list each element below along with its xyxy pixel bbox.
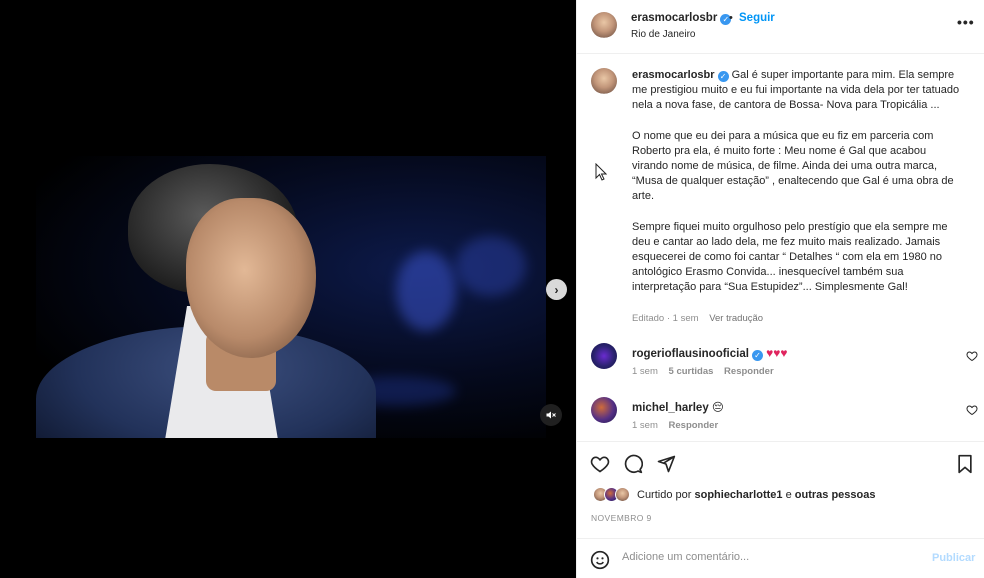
post-sidebar: erasmocarlosbr ✓ • Seguir Rio de Janeiro … — [576, 0, 984, 578]
author-username-text[interactable]: erasmocarlosbr — [631, 12, 717, 24]
reply-button[interactable]: Responder — [724, 366, 774, 377]
stage-light — [396, 251, 456, 331]
chevron-right-icon[interactable]: › — [546, 279, 567, 300]
more-dots-icon[interactable]: ••• — [957, 14, 975, 30]
liked-by-others[interactable]: outras pessoas — [795, 489, 876, 501]
avatar[interactable] — [591, 343, 617, 369]
comment-likes[interactable]: 5 curtidas — [669, 366, 714, 377]
comment-meta: 1 sem 5 curtidas Responder — [632, 366, 782, 377]
publish-button[interactable]: Publicar — [932, 552, 975, 564]
caption-paragraph: erasmocarlosbr ✓ Gal é super importante p… — [632, 68, 962, 114]
comment-username[interactable]: michel_harley — [632, 402, 709, 414]
heart-icon[interactable] — [966, 404, 978, 416]
comment-time[interactable]: 1 sem — [632, 420, 658, 431]
avatar[interactable] — [591, 397, 617, 423]
avatar[interactable] — [615, 487, 630, 502]
add-comment-bar: Publicar — [577, 538, 984, 578]
caption-paragraph: O nome que eu dei para a música que eu f… — [632, 129, 954, 203]
mouse-cursor-icon — [595, 163, 607, 181]
video-frame[interactable] — [36, 156, 546, 438]
paper-plane-icon[interactable] — [656, 454, 676, 474]
post-date[interactable]: NOVEMBRO 9 — [591, 513, 652, 523]
comment-meta: 1 sem Responder — [632, 420, 726, 431]
comment-bubble-icon[interactable] — [623, 454, 643, 474]
separator-dot: • — [729, 12, 733, 24]
liked-by[interactable]: Curtido por sophiecharlotte1 e outras pe… — [637, 489, 875, 501]
post-modal: › erasmocarlosbr ✓ • Seguir Rio de Janeir… — [0, 0, 984, 578]
comment-text: 😔 — [711, 402, 724, 414]
comment-text: ♥♥♥ — [766, 346, 788, 360]
verified-badge-icon: ✓ — [717, 71, 729, 82]
author-username[interactable]: erasmocarlosbr ✓ — [631, 12, 732, 25]
comment-input[interactable] — [622, 551, 912, 563]
bookmark-icon[interactable] — [956, 454, 974, 474]
man-face — [186, 198, 316, 358]
comment-username[interactable]: rogerioflausinooficial — [632, 348, 749, 360]
caption-edited: Editado · 1 sem — [632, 313, 699, 324]
caption: erasmocarlosbr ✓ Gal é super importante p… — [632, 68, 962, 311]
avatar[interactable] — [591, 12, 617, 38]
comment-time[interactable]: 1 sem — [632, 366, 658, 377]
reply-button[interactable]: Responder — [669, 420, 719, 431]
post-media[interactable]: › — [0, 0, 576, 578]
heart-icon[interactable] — [590, 454, 610, 474]
see-translation-link[interactable]: Ver tradução — [709, 313, 763, 324]
comment: rogerioflausinooficial ✓ ♥♥♥ — [632, 346, 788, 361]
speaker-muted-icon[interactable] — [540, 404, 562, 426]
liked-by-prefix: Curtido por — [637, 489, 692, 501]
stage-light — [456, 236, 526, 296]
caption-username[interactable]: erasmocarlosbr — [632, 69, 715, 81]
post-header: erasmocarlosbr ✓ • Seguir Rio de Janeiro … — [577, 0, 984, 54]
caption-meta: Editado · 1 sem Ver tradução — [632, 313, 771, 324]
verified-badge-icon: ✓ — [751, 350, 763, 361]
smiley-icon[interactable] — [590, 550, 610, 570]
avatar[interactable] — [591, 68, 617, 94]
follow-button[interactable]: Seguir — [739, 12, 775, 24]
post-location[interactable]: Rio de Janeiro — [631, 29, 695, 40]
liked-by-middle: e — [785, 489, 792, 501]
heart-icon[interactable] — [966, 350, 978, 362]
liked-by-user[interactable]: sophiecharlotte1 — [694, 489, 782, 501]
caption-paragraph: Sempre fiquei muito orgulhoso pelo prest… — [632, 220, 948, 294]
comment: michel_harley 😔 — [632, 400, 724, 414]
